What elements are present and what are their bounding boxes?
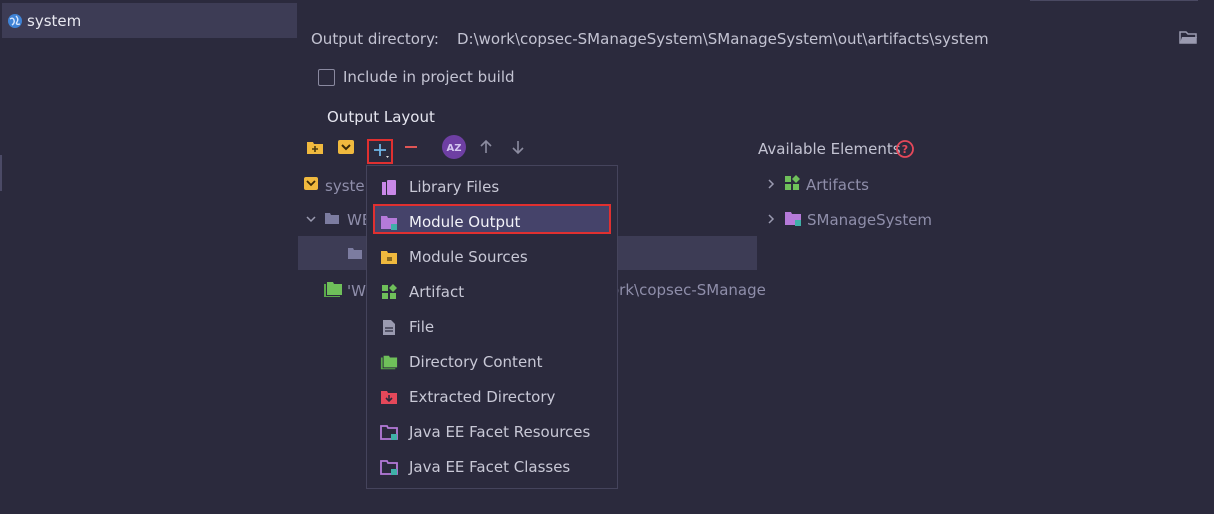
- artifact-icon: [784, 175, 800, 195]
- menu-item-module-sources[interactable]: Module Sources: [367, 240, 617, 274]
- chevron-right-icon: [765, 176, 777, 194]
- menu-item-directory-content[interactable]: Directory Content: [367, 345, 617, 379]
- tree-row-label: 'W: [347, 282, 366, 300]
- archive-icon: [303, 176, 319, 195]
- create-archive-button[interactable]: [336, 139, 356, 159]
- available-item-label: Artifacts: [806, 176, 869, 194]
- menu-item-module-output[interactable]: Module Output: [367, 205, 617, 239]
- menu-item-extracted-directory[interactable]: Extracted Directory: [367, 380, 617, 414]
- menu-item-label: Extracted Directory: [409, 388, 556, 406]
- minus-icon: [403, 139, 419, 159]
- menu-item-label: Java EE Facet Classes: [409, 458, 571, 476]
- chevron-down-icon: [305, 211, 317, 229]
- archive-icon: [337, 139, 355, 159]
- tree-row-path-text: ork\copsec-SManage: [610, 281, 766, 299]
- artifacts-panel: system: [0, 0, 298, 514]
- menu-item-label: Module Output: [409, 213, 521, 231]
- plus-icon: [372, 142, 390, 165]
- module-folder-icon: [784, 210, 802, 230]
- menu-item-artifact[interactable]: Artifact: [367, 275, 617, 309]
- splitter-handle[interactable]: [0, 155, 2, 191]
- tree-row-label: syster: [325, 176, 371, 195]
- output-layout-title: Output Layout: [327, 108, 435, 126]
- available-item-smanagesystem[interactable]: SManageSystem: [765, 210, 932, 230]
- javaee-classes-icon: [380, 458, 398, 476]
- module-output-icon: [380, 213, 398, 231]
- extracted-directory-icon: [380, 388, 398, 406]
- menu-item-label: Library Files: [409, 178, 500, 196]
- svg-text:?: ?: [902, 143, 908, 156]
- add-popup-menu: Library Files Module Output Module Sourc…: [366, 165, 618, 489]
- tree-row-root[interactable]: syster: [303, 176, 371, 195]
- sort-az-icon: AZ: [441, 134, 467, 164]
- menu-item-javaee-facet-classes[interactable]: Java EE Facet Classes: [367, 450, 617, 484]
- available-item-artifacts[interactable]: Artifacts: [765, 175, 869, 195]
- divider: [1030, 0, 1198, 1]
- include-in-build-label: Include in project build: [343, 68, 515, 86]
- menu-item-javaee-facet-resources[interactable]: Java EE Facet Resources: [367, 415, 617, 449]
- help-icon[interactable]: ?: [896, 140, 914, 162]
- web-globe-icon: [7, 13, 23, 29]
- browse-folder-icon[interactable]: [1179, 29, 1198, 50]
- menu-item-file[interactable]: File: [367, 310, 617, 344]
- menu-item-label: Module Sources: [409, 248, 528, 266]
- move-up-button[interactable]: [476, 139, 496, 159]
- javaee-resources-icon: [380, 423, 398, 441]
- tree-row-web-inf[interactable]: WE: [305, 211, 371, 229]
- arrow-down-icon: [510, 139, 526, 159]
- remove-button[interactable]: [401, 139, 421, 159]
- folder-icon: [324, 211, 340, 229]
- directory-content-icon: [380, 353, 398, 371]
- available-elements-title: Available Elements: [758, 140, 901, 158]
- menu-item-label: File: [409, 318, 435, 336]
- directory-content-icon: [323, 281, 343, 301]
- output-directory-field[interactable]: D:\work\copsec-SManageSystem\SManageSyst…: [457, 30, 989, 48]
- menu-item-label: Artifact: [409, 283, 465, 301]
- artifact-item-label: system: [27, 11, 82, 30]
- folder-icon: [347, 246, 363, 264]
- available-item-label: SManageSystem: [807, 211, 933, 229]
- new-folder-icon: [306, 140, 324, 159]
- module-sources-icon: [380, 248, 398, 266]
- tree-row-directory-content[interactable]: 'W: [323, 281, 366, 301]
- move-down-button[interactable]: [508, 139, 528, 159]
- artifact-icon: [380, 283, 398, 301]
- artifact-item-system[interactable]: system: [2, 3, 297, 38]
- sort-button[interactable]: AZ: [441, 134, 467, 164]
- file-icon: [380, 318, 398, 336]
- output-directory-label: Output directory:: [311, 30, 439, 48]
- menu-item-label: Java EE Facet Resources: [409, 423, 591, 441]
- include-in-build-checkbox[interactable]: [318, 69, 335, 86]
- menu-item-library-files[interactable]: Library Files: [367, 170, 617, 204]
- svg-text:AZ: AZ: [447, 143, 462, 154]
- chevron-right-icon: [765, 211, 777, 229]
- create-directory-button[interactable]: [305, 139, 325, 159]
- add-button[interactable]: [367, 139, 393, 164]
- menu-item-label: Directory Content: [409, 353, 543, 371]
- library-icon: [380, 178, 398, 196]
- arrow-up-icon: [478, 139, 494, 159]
